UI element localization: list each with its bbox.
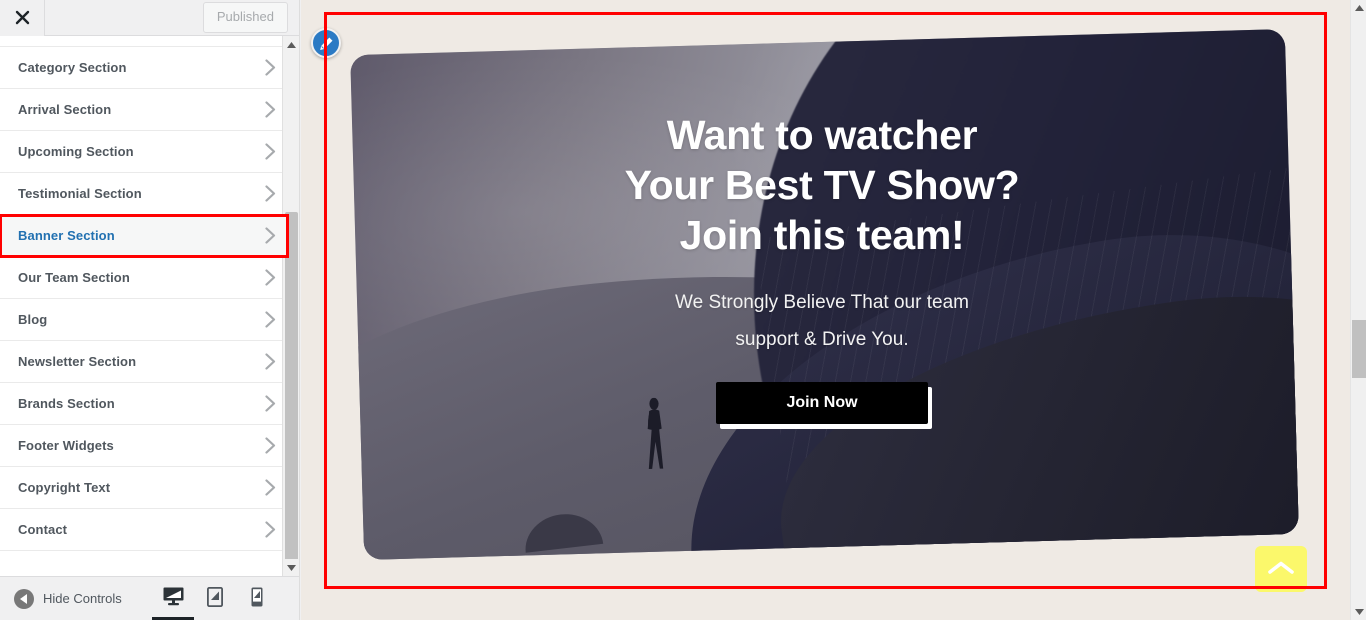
customizer-header: Published <box>0 0 299 36</box>
close-x-icon[interactable] <box>0 0 45 36</box>
chevron-right-icon <box>265 185 276 202</box>
browser-scrollbar-up-arrow-icon[interactable] <box>1351 0 1366 16</box>
chevron-right-icon <box>265 311 276 328</box>
hide-controls-button[interactable]: Hide Controls <box>0 588 122 609</box>
sidebar-item-newsletter-section[interactable]: Newsletter Section <box>0 341 288 383</box>
sidebar-item-label: Arrival Section <box>18 102 112 117</box>
chevron-right-icon <box>265 101 276 118</box>
chevron-right-icon <box>265 143 276 160</box>
sidebar-scrollbar[interactable] <box>282 36 299 576</box>
browser-scrollbar-down-arrow-icon[interactable] <box>1351 604 1366 620</box>
pencil-edit-icon[interactable] <box>311 28 341 58</box>
sidebar-item-banner-section[interactable]: Banner Section <box>0 214 289 258</box>
sidebar-item-label: Banner Section <box>18 228 115 243</box>
sidebar-item-copyright-text[interactable]: Copyright Text <box>0 467 288 509</box>
device-preview-buttons <box>152 577 299 620</box>
chevron-right-icon <box>265 227 276 244</box>
sidebar-item-label: Category Section <box>18 60 127 75</box>
publish-area: Published <box>202 0 299 36</box>
chevron-right-icon <box>265 395 276 412</box>
device-desktop-button[interactable] <box>152 577 194 620</box>
chevron-right-icon <box>265 437 276 454</box>
publish-button[interactable]: Published <box>202 2 288 33</box>
sidebar-item-arrival-section[interactable]: Arrival Section <box>0 89 288 131</box>
chevron-up-icon <box>1268 560 1294 579</box>
sidebar-item-blog[interactable]: Blog <box>0 299 288 341</box>
sidebar-item-label: Copyright Text <box>18 480 111 495</box>
sidebar-scrollbar-thumb[interactable] <box>285 212 298 565</box>
collapse-arrow-icon <box>14 588 34 609</box>
scrollbar-down-arrow-icon[interactable] <box>283 559 299 576</box>
sidebar-item-label: Contact <box>18 522 68 537</box>
sidebar-item-brands-section[interactable]: Brands Section <box>0 383 288 425</box>
chevron-right-icon <box>265 59 276 76</box>
chevron-right-icon <box>265 521 276 538</box>
scrollbar-up-arrow-icon[interactable] <box>283 36 299 53</box>
sidebar-item-label: Upcoming Section <box>18 144 134 159</box>
sidebar-item-footer-widgets[interactable]: Footer Widgets <box>0 425 288 467</box>
chevron-right-icon <box>265 479 276 496</box>
sidebar-item-label: Newsletter Section <box>18 354 137 369</box>
sidebar-item-testimonial-section[interactable]: Testimonial Section <box>0 173 288 215</box>
customizer-screen: Published Featured Books Section Categor… <box>0 0 1366 620</box>
sidebar-item-label: Blog <box>18 312 48 327</box>
sidebar-item-upcoming-section[interactable]: Upcoming Section <box>0 131 288 173</box>
banner-content-overlay: Want to watcher Your Best TV Show? Join … <box>311 28 1307 572</box>
chevron-right-icon <box>265 353 276 370</box>
device-mobile-button[interactable] <box>236 577 278 620</box>
sidebar-item-our-team-section[interactable]: Our Team Section <box>0 257 288 299</box>
scroll-to-top-button[interactable] <box>1255 546 1307 592</box>
sidebar-item-category-section[interactable]: Category Section <box>0 47 288 89</box>
browser-scrollbar[interactable] <box>1350 0 1366 620</box>
customizer-panel: Published Featured Books Section Categor… <box>0 0 300 620</box>
banner-subheading: We Strongly Believe That our team suppor… <box>675 292 969 351</box>
banner-heading: Want to watcher Your Best TV Show? Join … <box>624 112 1020 259</box>
join-now-button[interactable]: Join Now <box>716 382 928 425</box>
sidebar-item-featured-books-section[interactable]: Featured Books Section <box>0 36 288 47</box>
customizer-section-list-inner: Featured Books Section Category Section … <box>0 36 299 551</box>
customizer-section-list: Featured Books Section Category Section … <box>0 36 299 576</box>
sidebar-item-label: Testimonial Section <box>18 186 142 201</box>
customizer-footer: Hide Controls <box>0 576 299 620</box>
chevron-right-icon <box>265 269 276 286</box>
hide-controls-label: Hide Controls <box>43 591 122 606</box>
device-tablet-button[interactable] <box>194 577 236 620</box>
site-preview-frame: Want to watcher Your Best TV Show? Join … <box>301 0 1350 620</box>
sidebar-item-label: Brands Section <box>18 396 115 411</box>
sidebar-item-contact[interactable]: Contact <box>0 509 288 551</box>
sidebar-item-label: Our Team Section <box>18 270 130 285</box>
banner-cta-wrapper: Join Now <box>716 382 932 430</box>
sidebar-item-label: Footer Widgets <box>18 438 114 453</box>
browser-scrollbar-thumb[interactable] <box>1352 320 1366 378</box>
banner-section-preview: Want to watcher Your Best TV Show? Join … <box>311 28 1307 572</box>
